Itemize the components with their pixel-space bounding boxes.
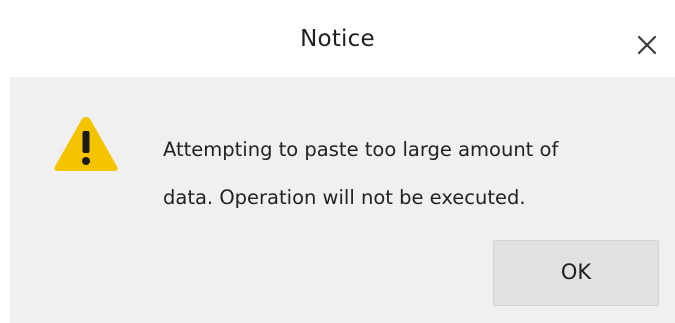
message-line-2: data. Operation will not be executed. bbox=[163, 186, 526, 209]
dialog-titlebar: Notice bbox=[0, 0, 675, 77]
warning-icon bbox=[54, 117, 118, 171]
close-icon bbox=[637, 35, 657, 55]
dialog-message: Attempting to paste too large amount of … bbox=[163, 126, 633, 222]
ok-button[interactable]: OK bbox=[493, 240, 659, 306]
dialog-title: Notice bbox=[300, 26, 375, 52]
close-button[interactable] bbox=[630, 28, 664, 62]
message-line-1: Attempting to paste too large amount of bbox=[163, 138, 559, 161]
notice-dialog: Notice Attempting to paste too large amo… bbox=[0, 0, 675, 323]
